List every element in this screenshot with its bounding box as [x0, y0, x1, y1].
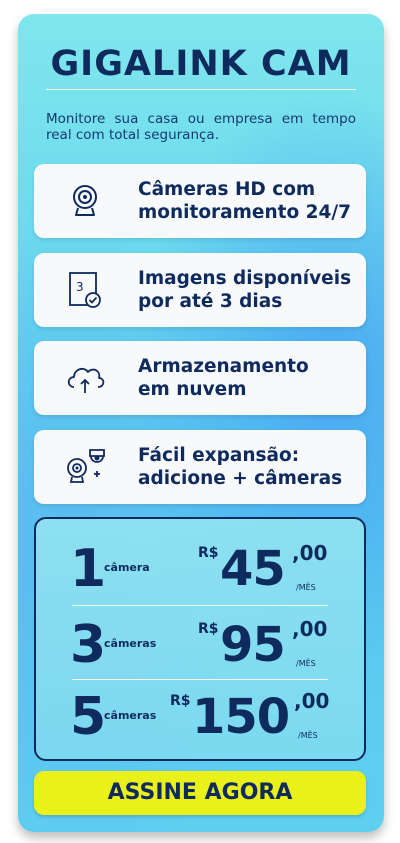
feature-line1: Fácil expansão: — [138, 445, 300, 466]
price-row-5-cameras[interactable]: 5 câmeras R$ 150 ,00 /MÊS — [36, 681, 364, 751]
currency-symbol: R$ — [170, 693, 191, 709]
feature-text: Armazenamento em nuvem — [138, 355, 358, 401]
camera-unit: câmera — [104, 561, 150, 574]
subtitle: Monitore sua casa ou empresa em tempo re… — [46, 111, 356, 143]
subscribe-button[interactable]: ASSINE AGORA — [34, 771, 366, 815]
price-cents: ,00 — [294, 689, 330, 713]
feature-line2: adicione + câmeras — [138, 468, 343, 489]
cloud-upload-icon — [67, 367, 105, 393]
price-period: /MÊS — [296, 659, 316, 668]
title-divider — [46, 89, 356, 90]
page-title: GIGALINK CAM — [50, 44, 352, 84]
currency-symbol: R$ — [198, 621, 219, 637]
currency-symbol: R$ — [198, 545, 219, 561]
feature-line2: em nuvem — [138, 379, 247, 400]
promo-card: GIGALINK CAM Monitore sua casa ou empres… — [18, 14, 384, 832]
price-cents: ,00 — [292, 617, 328, 641]
camera-unit: câmeras — [104, 709, 157, 722]
feature-card-expansion: Fácil expansão: adicione + câmeras — [34, 430, 366, 504]
price-amount: 95 — [220, 617, 286, 673]
feature-line2: monitoramento 24/7 — [138, 202, 352, 223]
price-period: /MÊS — [296, 583, 316, 592]
price-amount: 150 — [192, 689, 290, 745]
feature-card-hd-cameras: Câmeras HD com monitoramento 24/7 — [34, 164, 366, 238]
camera-unit: câmeras — [104, 637, 157, 650]
price-row-1-camera[interactable]: 1 câmera R$ 45 ,00 /MÊS — [36, 533, 364, 603]
feature-card-images-3-days: 3 Imagens disponíveis por até 3 dias — [34, 253, 366, 327]
price-amount: 45 — [220, 541, 286, 597]
feature-line1: Imagens disponíveis — [138, 268, 352, 289]
price-cents: ,00 — [292, 541, 328, 565]
price-row-3-cameras[interactable]: 3 câmeras R$ 95 ,00 /MÊS — [36, 609, 364, 679]
pricing-table: 1 câmera R$ 45 ,00 /MÊS 3 câmeras R$ 95 … — [34, 517, 366, 761]
row-divider — [72, 605, 328, 606]
feature-text: Câmeras HD com monitoramento 24/7 — [138, 178, 358, 224]
add-cameras-icon — [67, 449, 105, 483]
camera-quantity: 5 — [70, 687, 107, 747]
price-period: /MÊS — [298, 731, 318, 740]
camera-quantity: 1 — [70, 539, 107, 599]
svg-text:3: 3 — [76, 280, 84, 294]
webcam-icon — [73, 185, 97, 216]
feature-text: Fácil expansão: adicione + câmeras — [138, 444, 358, 490]
calendar-3-days-icon: 3 — [69, 272, 101, 308]
row-divider — [72, 679, 328, 680]
feature-card-cloud-storage: Armazenamento em nuvem — [34, 341, 366, 415]
feature-line2: por até 3 dias — [138, 291, 283, 312]
feature-line1: Câmeras HD com — [138, 179, 316, 200]
feature-line1: Armazenamento — [138, 356, 309, 377]
feature-text: Imagens disponíveis por até 3 dias — [138, 267, 358, 313]
camera-quantity: 3 — [70, 615, 107, 675]
